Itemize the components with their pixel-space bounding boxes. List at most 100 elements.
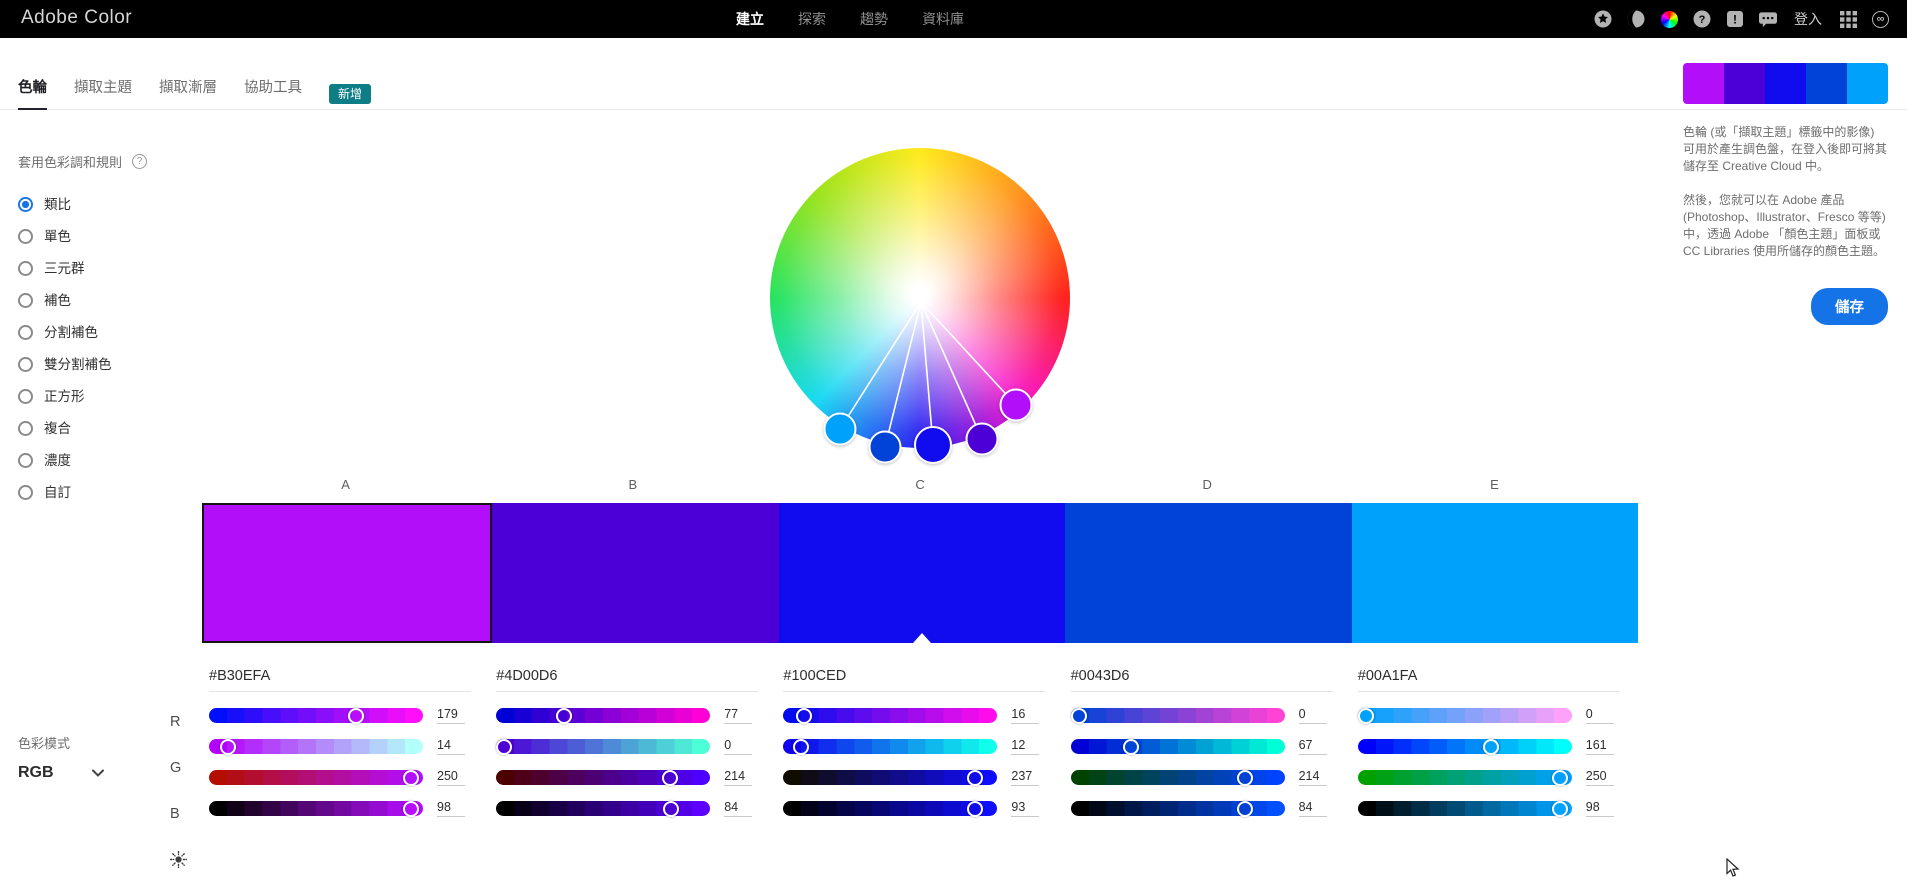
tab-color-wheel[interactable]: 色輪 (18, 78, 47, 110)
brightness-slider-thumb[interactable] (663, 801, 679, 817)
radio-icon[interactable] (18, 325, 33, 340)
radio-icon[interactable] (18, 389, 33, 404)
hex-input[interactable]: #4D00D6 (496, 668, 758, 692)
swatch-c[interactable] (779, 503, 1065, 643)
blue-value[interactable]: 237 (1011, 769, 1039, 786)
red-slider-thumb[interactable] (1358, 708, 1374, 724)
radio-icon[interactable] (18, 261, 33, 276)
red-slider[interactable] (1071, 708, 1285, 723)
red-slider[interactable] (783, 708, 997, 723)
radio-icon[interactable] (18, 421, 33, 436)
blue-slider-thumb[interactable] (967, 770, 983, 786)
brightness-slider-thumb[interactable] (403, 801, 419, 817)
harmony-rule-5[interactable]: 雙分割補色 (18, 357, 188, 372)
brightness-slider-thumb[interactable] (1237, 801, 1253, 817)
green-value[interactable]: 161 (1586, 738, 1614, 755)
brightness-value[interactable]: 98 (437, 800, 465, 817)
hex-input[interactable]: #B30EFA (209, 668, 471, 692)
color-wheel-icon[interactable] (1660, 10, 1678, 28)
green-slider[interactable] (209, 739, 423, 754)
red-value[interactable]: 0 (1586, 707, 1614, 724)
red-slider-thumb[interactable] (348, 708, 364, 724)
red-value[interactable]: 0 (1299, 707, 1327, 724)
blue-slider-thumb[interactable] (662, 770, 678, 786)
red-slider-thumb[interactable] (556, 708, 572, 724)
hex-input[interactable]: #0043D6 (1071, 668, 1333, 692)
brightness-slider[interactable] (209, 801, 423, 816)
login-link[interactable]: 登入 (1794, 9, 1822, 29)
wheel-marker-3[interactable] (966, 423, 999, 456)
blue-value[interactable]: 250 (1586, 769, 1614, 786)
radio-icon[interactable] (18, 197, 33, 212)
nav-item-libraries[interactable]: 資料庫 (922, 9, 964, 29)
blue-slider-thumb[interactable] (403, 770, 419, 786)
harmony-rule-2[interactable]: 三元群 (18, 261, 188, 276)
swatch-d[interactable] (1065, 503, 1351, 643)
brightness-slider-thumb[interactable] (967, 801, 983, 817)
wheel-marker-4[interactable] (1000, 389, 1033, 422)
green-slider[interactable] (496, 739, 710, 754)
help-circle-icon[interactable]: ? (132, 154, 147, 169)
tab-extract-theme[interactable]: 擷取主題 (74, 78, 132, 110)
harmony-rule-9[interactable]: 自訂 (18, 485, 188, 500)
green-slider[interactable] (1071, 739, 1285, 754)
color-mode-select[interactable]: RGB (18, 764, 104, 782)
blue-value[interactable]: 214 (724, 769, 752, 786)
help-icon[interactable]: ? (1693, 10, 1711, 28)
blue-slider-thumb[interactable] (1552, 770, 1568, 786)
harmony-rule-8[interactable]: 濃度 (18, 453, 188, 468)
nav-item-explore[interactable]: 探索 (798, 9, 826, 29)
green-slider-thumb[interactable] (220, 739, 236, 755)
brightness-slider[interactable] (1071, 801, 1285, 816)
tab-extract-gradient[interactable]: 擷取漸層 (159, 78, 217, 110)
red-slider[interactable] (1358, 708, 1572, 723)
brightness-value[interactable]: 84 (1299, 800, 1327, 817)
swatch-e[interactable] (1352, 503, 1638, 643)
blue-slider-thumb[interactable] (1237, 770, 1253, 786)
green-slider[interactable] (783, 739, 997, 754)
nav-item-create[interactable]: 建立 (736, 9, 764, 29)
brand-logo[interactable]: Adobe Color (21, 7, 132, 29)
green-value[interactable]: 12 (1011, 738, 1039, 755)
color-wheel[interactable] (770, 148, 1070, 483)
swatch-b[interactable] (492, 503, 778, 643)
hex-input[interactable]: #00A1FA (1358, 668, 1620, 692)
red-value[interactable]: 16 (1011, 707, 1039, 724)
harmony-rule-6[interactable]: 正方形 (18, 389, 188, 404)
green-value[interactable]: 0 (724, 738, 752, 755)
green-slider[interactable] (1358, 739, 1572, 754)
swatch-a[interactable] (202, 503, 492, 643)
feedback-icon[interactable]: ! (1726, 10, 1744, 28)
harmony-rule-3[interactable]: 補色 (18, 293, 188, 308)
brightness-slider[interactable] (783, 801, 997, 816)
blue-slider[interactable] (783, 770, 997, 785)
red-slider[interactable] (209, 708, 423, 723)
brightness-value[interactable]: 84 (724, 800, 752, 817)
brightness-slider[interactable] (1358, 801, 1572, 816)
red-value[interactable]: 77 (724, 707, 752, 724)
green-slider-thumb[interactable] (496, 739, 512, 755)
blue-value[interactable]: 214 (1299, 769, 1327, 786)
chat-icon[interactable] (1759, 10, 1777, 28)
brightness-value[interactable]: 98 (1586, 800, 1614, 817)
harmony-rule-7[interactable]: 複合 (18, 421, 188, 436)
red-slider-thumb[interactable] (1071, 708, 1087, 724)
blue-value[interactable]: 250 (437, 769, 465, 786)
blue-slider[interactable] (1071, 770, 1285, 785)
green-value[interactable]: 14 (437, 738, 465, 755)
green-slider-thumb[interactable] (793, 739, 809, 755)
blue-slider[interactable] (496, 770, 710, 785)
wheel-marker-1[interactable] (869, 431, 902, 464)
radio-icon[interactable] (18, 453, 33, 468)
harmony-rule-0[interactable]: 類比 (18, 197, 188, 212)
hex-input[interactable]: #100CED (783, 668, 1045, 692)
radio-icon[interactable] (18, 229, 33, 244)
creative-cloud-icon[interactable]: ∞ (1872, 11, 1889, 28)
green-slider-thumb[interactable] (1483, 739, 1499, 755)
harmony-rule-4[interactable]: 分割補色 (18, 325, 188, 340)
star-icon[interactable] (1594, 10, 1612, 28)
radio-icon[interactable] (18, 293, 33, 308)
radio-icon[interactable] (18, 485, 33, 500)
blue-slider[interactable] (209, 770, 423, 785)
green-slider-thumb[interactable] (1123, 739, 1139, 755)
